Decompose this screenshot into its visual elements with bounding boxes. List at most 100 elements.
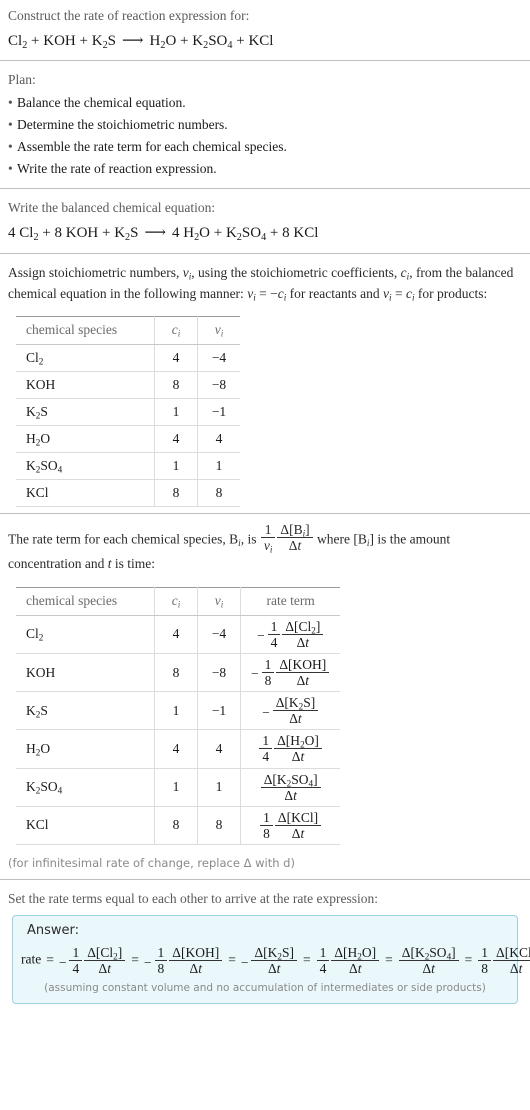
- plan-item: • Balance the chemical equation.: [8, 92, 522, 114]
- cell-coefficient: 1: [154, 691, 198, 731]
- cell-coefficient: 1: [154, 398, 198, 427]
- table-head: chemical species ci νi: [16, 316, 240, 346]
- cell-coefficient: 4: [154, 615, 198, 654]
- cell-species: K2SO4: [16, 452, 155, 481]
- cell-rate-term: − Δ[K2S] Δt: [240, 691, 341, 731]
- cell-coefficient: 1: [154, 452, 198, 481]
- cell-rate-term: 1 8 Δ[KCl] Δt: [240, 806, 341, 846]
- stoichiometric-table: chemical species ci νi Cl2 4 −4 KOH 8 −8 K2S 1 −1 H…: [16, 316, 240, 508]
- cell-coefficient: 8: [154, 653, 198, 693]
- bullet-icon: •: [8, 117, 13, 133]
- page-title: Construct the rate of reaction expressio…: [8, 8, 250, 23]
- cell-rate-term: −1 8 Δ[KOH] Δt: [240, 653, 341, 693]
- cell-coefficient: 4: [154, 729, 198, 769]
- cell-species: KCl: [16, 479, 155, 508]
- cell-species: K2S: [16, 691, 155, 731]
- cell-stoichiometric-number: −1: [197, 691, 241, 731]
- rate-table-body: Cl2 4 −4−1 4 Δ[Cl2] Δt KOH 8 −8−1 8 Δ[KOH] Δt K2S 1 −1…: [16, 615, 341, 846]
- plan-list: • Balance the chemical equation. • Determin…: [8, 90, 522, 187]
- cell-stoichiometric-number: 8: [197, 806, 241, 846]
- table-head: chemical species ci νi rate term: [16, 586, 341, 616]
- cell-coefficient: 8: [154, 806, 198, 846]
- cell-species: KOH: [16, 371, 155, 400]
- cell-stoichiometric-number: 4: [197, 425, 240, 454]
- cell-coefficient: 4: [154, 344, 198, 373]
- final-section: Set the rate terms equal to each other t…: [0, 880, 530, 1005]
- page-root: Construct the rate of reaction expressio…: [0, 0, 530, 1005]
- table-header-row: chemical species ci νi: [16, 316, 240, 346]
- cell-stoichiometric-number: 4: [197, 729, 241, 769]
- cell-coefficient: 1: [154, 768, 198, 807]
- balanced-section: Write the balanced chemical equation: 4 …: [0, 189, 530, 253]
- header-section: Construct the rate of reaction expressio…: [0, 0, 530, 60]
- cell-rate-term: Δ[K2SO4] Δt: [240, 768, 341, 807]
- rate-table-footnote: (for infinitesimal rate of change, repla…: [8, 856, 295, 871]
- cell-species: KOH: [16, 653, 155, 693]
- bullet-icon: •: [8, 95, 13, 111]
- rate-expression: rate = −1 4 Δ[Cl2] Δt = −1 8 Δ[KOH] Δt = − Δ[K2S] Δt = 1…: [21, 941, 530, 976]
- cell-species: KCl: [16, 806, 155, 846]
- cell-stoichiometric-number: −8: [197, 371, 240, 400]
- column-header: chemical species: [16, 316, 155, 346]
- table-row: K2SO4 1 1: [16, 452, 240, 481]
- column-header: νi: [197, 316, 240, 346]
- column-header: ci: [154, 316, 198, 346]
- answer-assumption-note: (assuming constant volume and no accumul…: [44, 982, 486, 995]
- rate-term-table: chemical species ci νi rate term Cl2 4 −4−1 4 Δ…: [16, 586, 341, 846]
- balanced-label: Write the balanced chemical equation:: [8, 199, 216, 215]
- column-header: ci: [154, 586, 198, 616]
- cell-species: K2S: [16, 398, 155, 427]
- rate-term-section: The rate term for each chemical species,…: [0, 514, 530, 879]
- assign-paragraph: Assign stoichiometric numbers, νi, using…: [8, 264, 514, 303]
- table-row: Cl2 4 −4: [16, 344, 240, 373]
- cell-species: K2SO4: [16, 768, 155, 807]
- cell-coefficient: 8: [154, 371, 198, 400]
- table-row: K2S 1 −1− Δ[K2S] Δt: [16, 691, 341, 731]
- table-row: KOH 8 −8−1 8 Δ[KOH] Δt: [16, 653, 341, 693]
- rate-term-paragraph: The rate term for each chemical species,…: [8, 522, 451, 572]
- cell-species: H2O: [16, 425, 155, 454]
- cell-species: Cl2: [16, 344, 155, 373]
- table-row: KCl 8 8: [16, 479, 240, 508]
- column-header: νi: [197, 586, 241, 616]
- bullet-icon: •: [8, 160, 13, 176]
- balanced-equation: 4 Cl2 + 8 KOH + K2S ⟶ 4 H2O + K2SO4 + 8 KC…: [8, 225, 319, 243]
- input-equation-body: Cl2 + KOH + K2S ⟶ H2O + K2SO4 + KCl: [8, 32, 274, 51]
- stoich-table-body: Cl2 4 −4 KOH 8 −8 K2S 1 −1 H2O 4 4 K2SO4 1 1 KCl 8 8: [16, 344, 240, 508]
- cell-stoichiometric-number: 1: [197, 768, 241, 807]
- bullet-icon: •: [8, 139, 13, 155]
- table-row: KOH 8 −8: [16, 371, 240, 400]
- table-row: Cl2 4 −4−1 4 Δ[Cl2] Δt: [16, 615, 341, 654]
- cell-coefficient: 8: [154, 479, 198, 508]
- cell-rate-term: 1 4 Δ[H2O] Δt: [240, 729, 341, 769]
- column-header: rate term: [240, 586, 341, 616]
- plan-section: Plan: • Balance the chemical equation. • De…: [0, 61, 530, 188]
- plan-item: • Determine the stoichiometric numbers.: [8, 114, 522, 136]
- answer-label: Answer:: [27, 923, 80, 939]
- table-row: H2O 4 4 1 4 Δ[H2O] Δt: [16, 729, 341, 769]
- cell-rate-term: −1 4 Δ[Cl2] Δt: [240, 615, 341, 654]
- plan-item: • Assemble the rate term for each chemica…: [8, 136, 522, 158]
- input-equation: Cl2 + KOH + K2S ⟶ H2O + K2SO4 + KCl: [8, 26, 522, 61]
- column-header: chemical species: [16, 586, 155, 616]
- plan-item: • Write the rate of reaction expression.: [8, 158, 522, 180]
- assign-section: Assign stoichiometric numbers, νi, using…: [0, 254, 530, 508]
- cell-stoichiometric-number: −8: [197, 653, 241, 693]
- final-label: Set the rate terms equal to each other t…: [8, 891, 378, 907]
- cell-stoichiometric-number: −4: [197, 344, 240, 373]
- table-row: H2O 4 4: [16, 425, 240, 454]
- plan-label: Plan:: [8, 72, 36, 88]
- rate-word: rate: [21, 951, 42, 967]
- answer-box: Answer: rate = −1 4 Δ[Cl2] Δt = −1 8 Δ[KOH] Δt = − Δ[…: [12, 915, 530, 1005]
- cell-stoichiometric-number: −4: [197, 615, 241, 654]
- cell-stoichiometric-number: 1: [197, 452, 240, 481]
- cell-stoichiometric-number: −1: [197, 398, 240, 427]
- cell-coefficient: 4: [154, 425, 198, 454]
- table-row: K2SO4 1 1 Δ[K2SO4] Δt: [16, 768, 341, 807]
- table-row: K2S 1 −1: [16, 398, 240, 427]
- table-row: KCl 8 8 1 8 Δ[KCl] Δt: [16, 806, 341, 846]
- cell-species: H2O: [16, 729, 155, 769]
- cell-species: Cl2: [16, 615, 155, 654]
- table-header-row: chemical species ci νi rate term: [16, 586, 341, 616]
- cell-stoichiometric-number: 8: [197, 479, 240, 508]
